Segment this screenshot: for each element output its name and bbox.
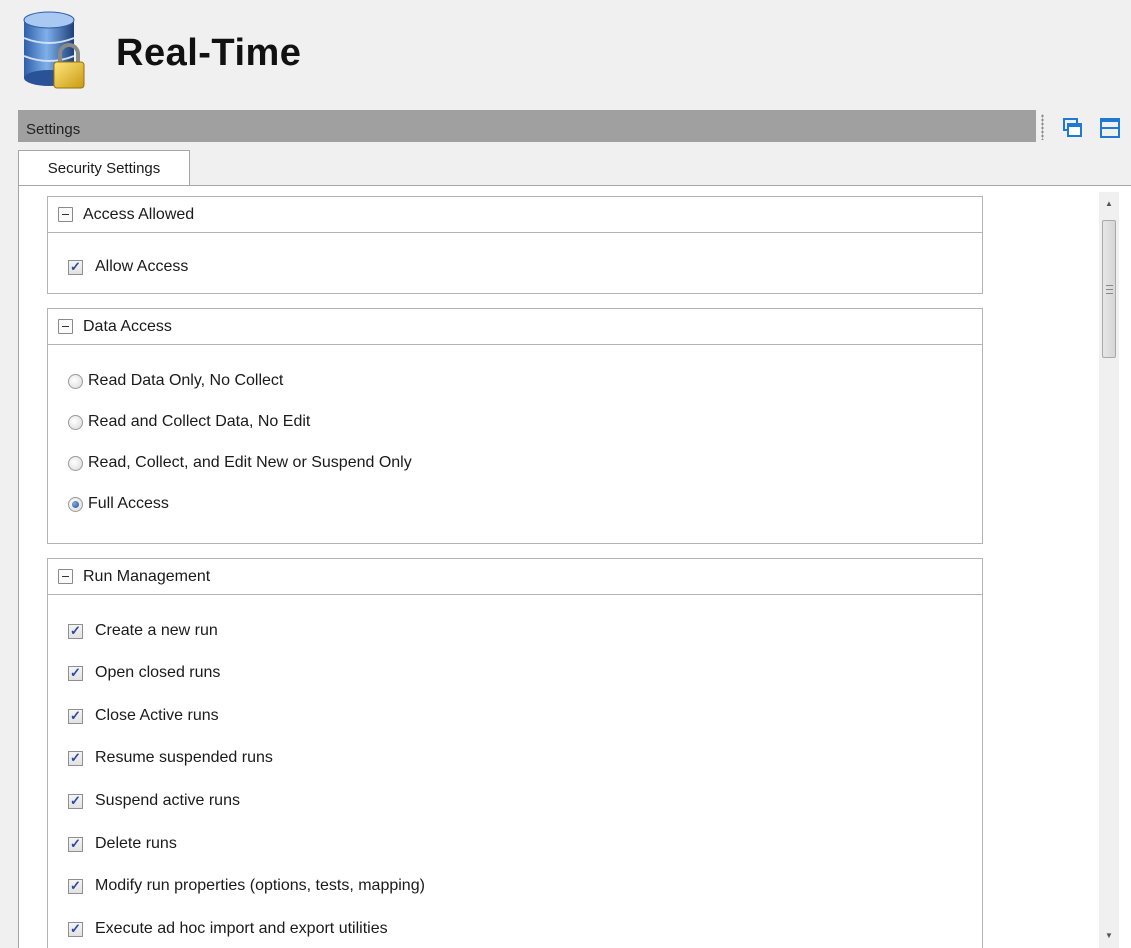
group-data-access: Data Access Read Data Only, No Collect R… (47, 308, 983, 544)
radio-label: Read Data Only, No Collect (88, 372, 284, 389)
checkbox-open-closed-runs[interactable]: ✓ Open closed runs (68, 660, 220, 686)
group-title: Access Allowed (83, 205, 195, 223)
checkbox[interactable]: ✓ (68, 835, 83, 852)
check-mark-icon: ✓ (70, 258, 81, 274)
checkbox-label: Close Active runs (95, 707, 219, 724)
checkbox-label: Delete runs (95, 835, 177, 852)
radio-read-only[interactable]: Read Data Only, No Collect (68, 368, 283, 394)
check-mark-icon: ✓ (70, 877, 81, 893)
restore-window-icon[interactable] (1062, 117, 1084, 139)
collapse-icon[interactable] (58, 569, 73, 584)
checkbox-label: Suspend active runs (95, 792, 240, 809)
group-title: Run Management (83, 567, 211, 585)
checkbox-suspend-active-runs[interactable]: ✓ Suspend active runs (68, 788, 240, 814)
checkbox-allow-access[interactable]: ✓ Allow Access (68, 254, 188, 280)
check-mark-icon: ✓ (70, 622, 81, 638)
checkbox[interactable]: ✓ (68, 749, 83, 766)
collapse-icon[interactable] (58, 207, 73, 222)
grip-icon (1106, 285, 1113, 294)
radio-button[interactable] (68, 496, 83, 512)
settings-panel: Access Allowed ✓ Allow Access Data Acces… (18, 186, 1131, 948)
checkbox-label: Allow Access (95, 258, 189, 275)
checkbox-label: Create a new run (95, 622, 218, 639)
scroll-down-icon[interactable]: ▼ (1099, 926, 1119, 944)
group-run-management: Run Management ✓ Create a new run ✓ Open… (47, 558, 983, 948)
scroll-up-icon[interactable]: ▲ (1099, 194, 1119, 212)
page-title: Real-Time (116, 32, 302, 74)
check-mark-icon: ✓ (70, 707, 81, 723)
scroll-thumb[interactable] (1102, 220, 1116, 358)
checkbox-label: Open closed runs (95, 664, 221, 681)
checkbox-label: Modify run properties (options, tests, m… (95, 877, 425, 894)
checkbox[interactable]: ✓ (68, 258, 83, 275)
checkbox-execute-import-export[interactable]: ✓ Execute ad hoc import and export utili… (68, 916, 388, 942)
group-header: Run Management (48, 559, 982, 595)
checkbox[interactable]: ✓ (68, 920, 83, 937)
checkbox-label: Execute ad hoc import and export utiliti… (95, 920, 388, 937)
checkbox-create-run[interactable]: ✓ Create a new run (68, 618, 218, 644)
group-header: Data Access (48, 309, 982, 345)
radio-button[interactable] (68, 373, 83, 389)
radio-read-collect-edit[interactable]: Read, Collect, and Edit New or Suspend O… (68, 450, 412, 476)
checkbox-delete-runs[interactable]: ✓ Delete runs (68, 831, 177, 857)
checkbox-modify-run-properties[interactable]: ✓ Modify run properties (options, tests,… (68, 873, 425, 899)
split-panel-icon[interactable] (1099, 117, 1121, 139)
radio-button[interactable] (68, 414, 83, 430)
checkbox-resume-suspended-runs[interactable]: ✓ Resume suspended runs (68, 745, 273, 771)
checkbox[interactable]: ✓ (68, 707, 83, 724)
toolbar-grip[interactable] (1041, 114, 1044, 140)
radio-read-collect[interactable]: Read and Collect Data, No Edit (68, 409, 310, 435)
settings-label: Settings (26, 121, 81, 138)
radio-label: Full Access (88, 495, 169, 512)
checkbox-close-active-runs[interactable]: ✓ Close Active runs (68, 703, 219, 729)
check-mark-icon: ✓ (70, 664, 81, 680)
checkbox[interactable]: ✓ (68, 877, 83, 894)
checkbox[interactable]: ✓ (68, 792, 83, 809)
checkbox[interactable]: ✓ (68, 622, 83, 639)
group-header: Access Allowed (48, 197, 982, 233)
checkbox-label: Resume suspended runs (95, 749, 273, 766)
check-mark-icon: ✓ (70, 835, 81, 851)
check-mark-icon: ✓ (70, 920, 81, 936)
group-title: Data Access (83, 317, 172, 335)
tab-security-settings[interactable]: Security Settings (18, 150, 190, 185)
collapse-icon[interactable] (58, 319, 73, 334)
radio-label: Read, Collect, and Edit New or Suspend O… (88, 454, 412, 471)
group-access-allowed: Access Allowed ✓ Allow Access (47, 196, 983, 294)
settings-bar: Settings (18, 110, 1036, 142)
database-lock-icon (22, 10, 94, 94)
radio-label: Read and Collect Data, No Edit (88, 413, 311, 430)
radio-button[interactable] (68, 455, 83, 471)
checkbox[interactable]: ✓ (68, 664, 83, 681)
check-mark-icon: ✓ (70, 749, 81, 765)
vertical-scrollbar[interactable]: ▲ ▼ (1099, 192, 1119, 948)
radio-full-access[interactable]: Full Access (68, 491, 169, 517)
check-mark-icon: ✓ (70, 792, 81, 808)
